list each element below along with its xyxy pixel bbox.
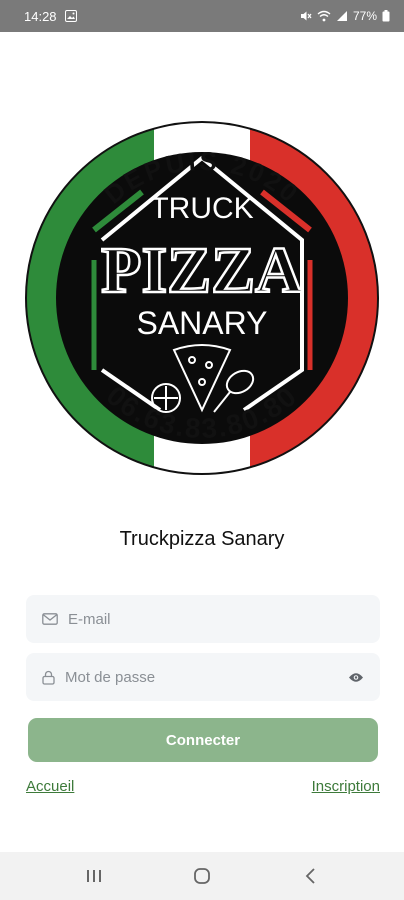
recents-icon[interactable] [64, 856, 124, 896]
back-icon[interactable] [280, 856, 340, 896]
logo-sanary-text: SANARY [136, 305, 267, 341]
system-nav-bar [0, 852, 404, 900]
battery-icon [382, 10, 390, 22]
mute-icon [300, 10, 312, 22]
password-input[interactable] [65, 668, 340, 686]
brand-name: Truckpizza Sanary [119, 528, 285, 550]
home-icon[interactable] [172, 856, 232, 896]
logo-pizza-text: PIZZA [101, 234, 303, 307]
image-icon [64, 10, 77, 22]
mail-icon [42, 613, 58, 625]
home-link[interactable]: Accueil [26, 778, 74, 795]
status-time: 14:28 [24, 8, 57, 24]
status-left: 14:28 [24, 9, 77, 24]
eye-icon[interactable] [348, 672, 364, 683]
logo-truck-text: TRUCK [150, 192, 253, 225]
signal-icon [336, 10, 348, 22]
email-field[interactable] [26, 595, 380, 643]
lock-icon [42, 670, 55, 685]
logo-graphic: DEPUIS 2020 06.63.83.80.80 TRUCK PIZZA S… [25, 121, 379, 475]
password-field[interactable] [26, 653, 380, 701]
wifi-icon [317, 10, 331, 22]
register-link[interactable]: Inscription [312, 778, 380, 795]
status-bar: 14:28 77% [0, 0, 404, 32]
status-right: 77% [300, 9, 390, 23]
connect-button[interactable]: Connecter [28, 718, 378, 762]
battery-percent: 77% [352, 9, 377, 23]
email-input[interactable] [68, 610, 364, 628]
truck-pizza-logo: DEPUIS 2020 06.63.83.80.80 TRUCK PIZZA S… [24, 120, 380, 476]
